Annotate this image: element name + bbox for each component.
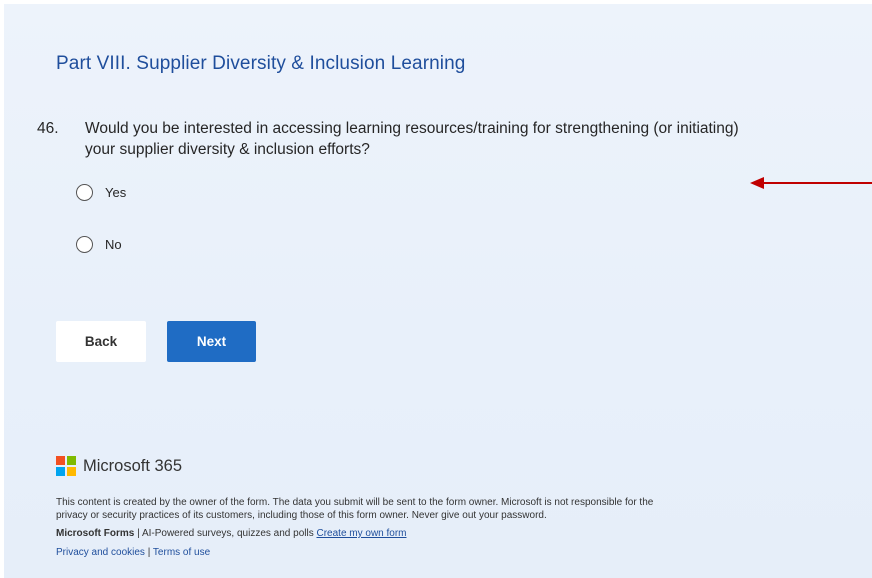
option-no[interactable]: No [76, 236, 122, 253]
question-text-line2: your supplier diversity & inclusion effo… [85, 141, 370, 158]
terms-link[interactable]: Terms of use [153, 547, 210, 558]
form-page: Part VIII. Supplier Diversity & Inclusio… [4, 4, 872, 578]
disclaimer-line1: This content is created by the owner of … [56, 497, 654, 508]
legal-links: Privacy and cookies | Terms of use [56, 546, 836, 559]
next-button[interactable]: Next [167, 321, 256, 362]
option-no-label: No [105, 237, 122, 252]
back-button[interactable]: Back [56, 321, 146, 362]
radio-yes[interactable] [76, 184, 93, 201]
product-name: Microsoft Forms [56, 528, 135, 539]
footer: This content is created by the owner of … [56, 496, 836, 559]
option-yes-label: Yes [105, 185, 127, 200]
question-46: 46. Would you be interested in accessing … [37, 118, 837, 160]
link-separator: | [144, 547, 153, 558]
create-form-link[interactable]: Create my own form [316, 528, 406, 539]
radio-no[interactable] [76, 236, 93, 253]
privacy-link[interactable]: Privacy and cookies [56, 547, 145, 558]
annotation-arrow-icon [750, 177, 872, 189]
section-title: Part VIII. Supplier Diversity & Inclusio… [56, 53, 466, 74]
question-number: 46. [37, 120, 59, 137]
logo-text: Microsoft 365 [83, 456, 183, 475]
option-yes[interactable]: Yes [76, 184, 126, 201]
disclaimer-line2: privacy or security practices of its cus… [56, 510, 547, 521]
product-line: Microsoft Forms | AI-Powered surveys, qu… [56, 527, 836, 540]
microsoft-365-logo: Microsoft 365 [56, 456, 182, 476]
microsoft-logo-icon [56, 456, 76, 476]
question-text-line1: Would you be interested in accessing lea… [85, 120, 739, 137]
product-tagline: | AI-Powered surveys, quizzes and polls [134, 528, 317, 539]
